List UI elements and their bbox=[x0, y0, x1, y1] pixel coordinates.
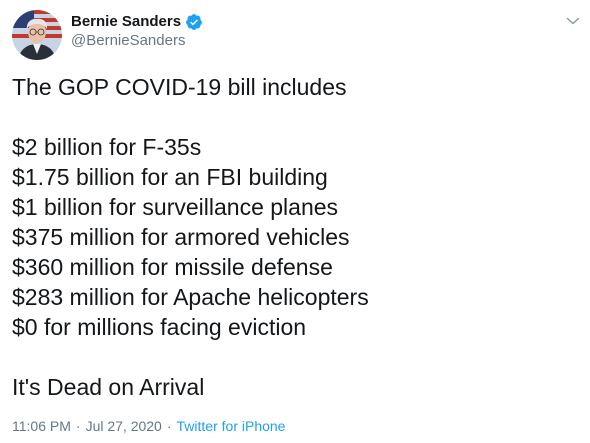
meta-separator: · bbox=[75, 418, 81, 434]
tweet-menu-button[interactable] bbox=[564, 12, 582, 30]
tweet-line: $360 million for missile defense bbox=[12, 254, 333, 280]
tweet-source-link[interactable]: Twitter for iPhone bbox=[177, 418, 286, 434]
tweet-text: The GOP COVID-19 bill includes $2 billio… bbox=[12, 72, 578, 402]
chevron-down-icon bbox=[566, 17, 580, 25]
profile-photo-icon bbox=[12, 10, 62, 60]
verified-badge-icon bbox=[185, 13, 203, 31]
tweet-line: $1.75 billion for an FBI building bbox=[12, 164, 328, 190]
tweet-date-link[interactable]: Jul 27, 2020 bbox=[86, 418, 162, 434]
author-handle[interactable]: @BernieSanders bbox=[71, 32, 185, 50]
tweet-line: $0 for millions facing eviction bbox=[12, 314, 307, 340]
tweet-line: The GOP COVID-19 bill includes bbox=[12, 74, 347, 100]
meta-separator: · bbox=[166, 418, 172, 434]
tweet-line: $2 billion for F-35s bbox=[12, 134, 202, 160]
tweet-line: $375 million for armored vehicles bbox=[12, 224, 350, 250]
tweet-line: It's Dead on Arrival bbox=[12, 374, 205, 400]
tweet-line: $1 billion for surveillance planes bbox=[12, 194, 339, 220]
tweet-meta: 11:06 PM · Jul 27, 2020 · Twitter for iPhone bbox=[12, 416, 285, 436]
avatar[interactable] bbox=[12, 10, 62, 60]
display-name[interactable]: Bernie Sanders bbox=[71, 12, 181, 32]
tweet-time-link[interactable]: 11:06 PM bbox=[12, 418, 71, 434]
tweet-card: Bernie Sanders @BernieSanders The GOP CO… bbox=[0, 0, 590, 443]
tweet-line: $283 million for Apache helicopters bbox=[12, 284, 369, 310]
author-name-row: Bernie Sanders bbox=[71, 12, 203, 32]
